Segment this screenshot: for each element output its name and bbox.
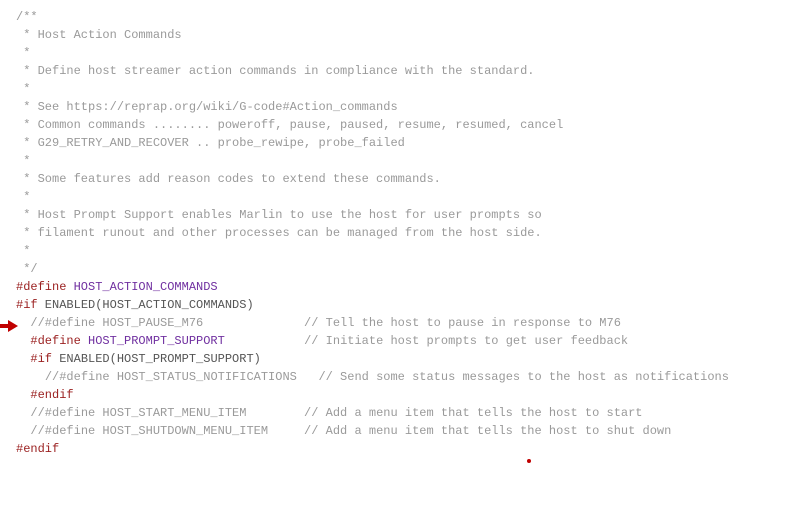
code-line: * See https://reprap.org/wiki/G-code#Act…: [16, 98, 729, 116]
code-token-plain: [16, 316, 30, 330]
code-token-directive: #define: [16, 280, 74, 294]
code-token-comment: * Host Prompt Support enables Marlin to …: [16, 208, 542, 222]
code-line: //#define HOST_START_MENU_ITEM // Add a …: [16, 404, 729, 422]
code-line: * G29_RETRY_AND_RECOVER .. probe_rewipe,…: [16, 134, 729, 152]
code-line: *: [16, 44, 729, 62]
code-token-plain: [16, 334, 30, 348]
code-token-comment: *: [16, 190, 30, 204]
code-token-comment: *: [16, 82, 30, 96]
code-token-plain: [16, 406, 30, 420]
code-line: #define HOST_ACTION_COMMANDS: [16, 278, 729, 296]
code-line: * Some features add reason codes to exte…: [16, 170, 729, 188]
code-line: #endif: [16, 440, 729, 458]
code-line: #define HOST_PROMPT_SUPPORT // Initiate …: [16, 332, 729, 350]
code-token-comment: * Host Action Commands: [16, 28, 182, 42]
code-token-comment: /**: [16, 10, 38, 24]
code-token-comment: * Define host streamer action commands i…: [16, 64, 534, 78]
code-token-directive: #define: [30, 334, 88, 348]
code-line: *: [16, 188, 729, 206]
code-token-directive: #endif: [30, 388, 73, 402]
code-line: #if ENABLED(HOST_ACTION_COMMANDS): [16, 296, 729, 314]
code-token-defined: HOST_ACTION_COMMANDS: [74, 280, 218, 294]
code-token-directive: #if: [16, 298, 38, 312]
code-token-comment: *: [16, 244, 30, 258]
code-token-comment: * Some features add reason codes to exte…: [16, 172, 441, 186]
code-token-comment: * G29_RETRY_AND_RECOVER .. probe_rewipe,…: [16, 136, 405, 150]
code-line: //#define HOST_SHUTDOWN_MENU_ITEM // Add…: [16, 422, 729, 440]
code-line: * Host Prompt Support enables Marlin to …: [16, 206, 729, 224]
code-token-plain: ENABLED(HOST_ACTION_COMMANDS): [38, 298, 254, 312]
code-line: *: [16, 242, 729, 260]
code-line: *: [16, 80, 729, 98]
code-line: //#define HOST_STATUS_NOTIFICATIONS // S…: [16, 368, 729, 386]
code-line: *: [16, 152, 729, 170]
code-line: #if ENABLED(HOST_PROMPT_SUPPORT): [16, 350, 729, 368]
code-token-directive: #endif: [16, 442, 59, 456]
code-token-comment: * See https://reprap.org/wiki/G-code#Act…: [16, 100, 398, 114]
code-token-comment: // Initiate host prompts to get user fee…: [304, 334, 628, 348]
code-token-comment: *: [16, 154, 30, 168]
code-token-plain: ENABLED(HOST_PROMPT_SUPPORT): [52, 352, 261, 366]
code-token-directive: #if: [30, 352, 52, 366]
code-token-comment: * filament runout and other processes ca…: [16, 226, 542, 240]
code-line: * Host Action Commands: [16, 26, 729, 44]
code-token-comment: //#define HOST_STATUS_NOTIFICATIONS // S…: [45, 370, 729, 384]
code-line: //#define HOST_PAUSE_M76 // Tell the hos…: [16, 314, 729, 332]
code-token-comment: */: [16, 262, 38, 276]
code-token-plain: [16, 352, 30, 366]
code-token-plain: [16, 370, 45, 384]
code-line: #endif: [16, 386, 729, 404]
code-line: */: [16, 260, 729, 278]
code-token-comment: //#define HOST_SHUTDOWN_MENU_ITEM // Add…: [30, 424, 671, 438]
code-line: * filament runout and other processes ca…: [16, 224, 729, 242]
code-token-comment: //#define HOST_START_MENU_ITEM // Add a …: [30, 406, 642, 420]
red-dot: [527, 459, 531, 463]
code-token-plain: [225, 334, 304, 348]
code-line: /**: [16, 8, 729, 26]
code-token-defined: HOST_PROMPT_SUPPORT: [88, 334, 225, 348]
code-line: * Common commands ........ poweroff, pau…: [16, 116, 729, 134]
code-token-comment: //#define HOST_PAUSE_M76 // Tell the hos…: [30, 316, 621, 330]
code-line: * Define host streamer action commands i…: [16, 62, 729, 80]
code-token-plain: [16, 424, 30, 438]
code-block: /** * Host Action Commands * * Define ho…: [16, 8, 729, 458]
code-token-plain: [16, 388, 30, 402]
code-token-comment: *: [16, 46, 30, 60]
code-token-comment: * Common commands ........ poweroff, pau…: [16, 118, 563, 132]
